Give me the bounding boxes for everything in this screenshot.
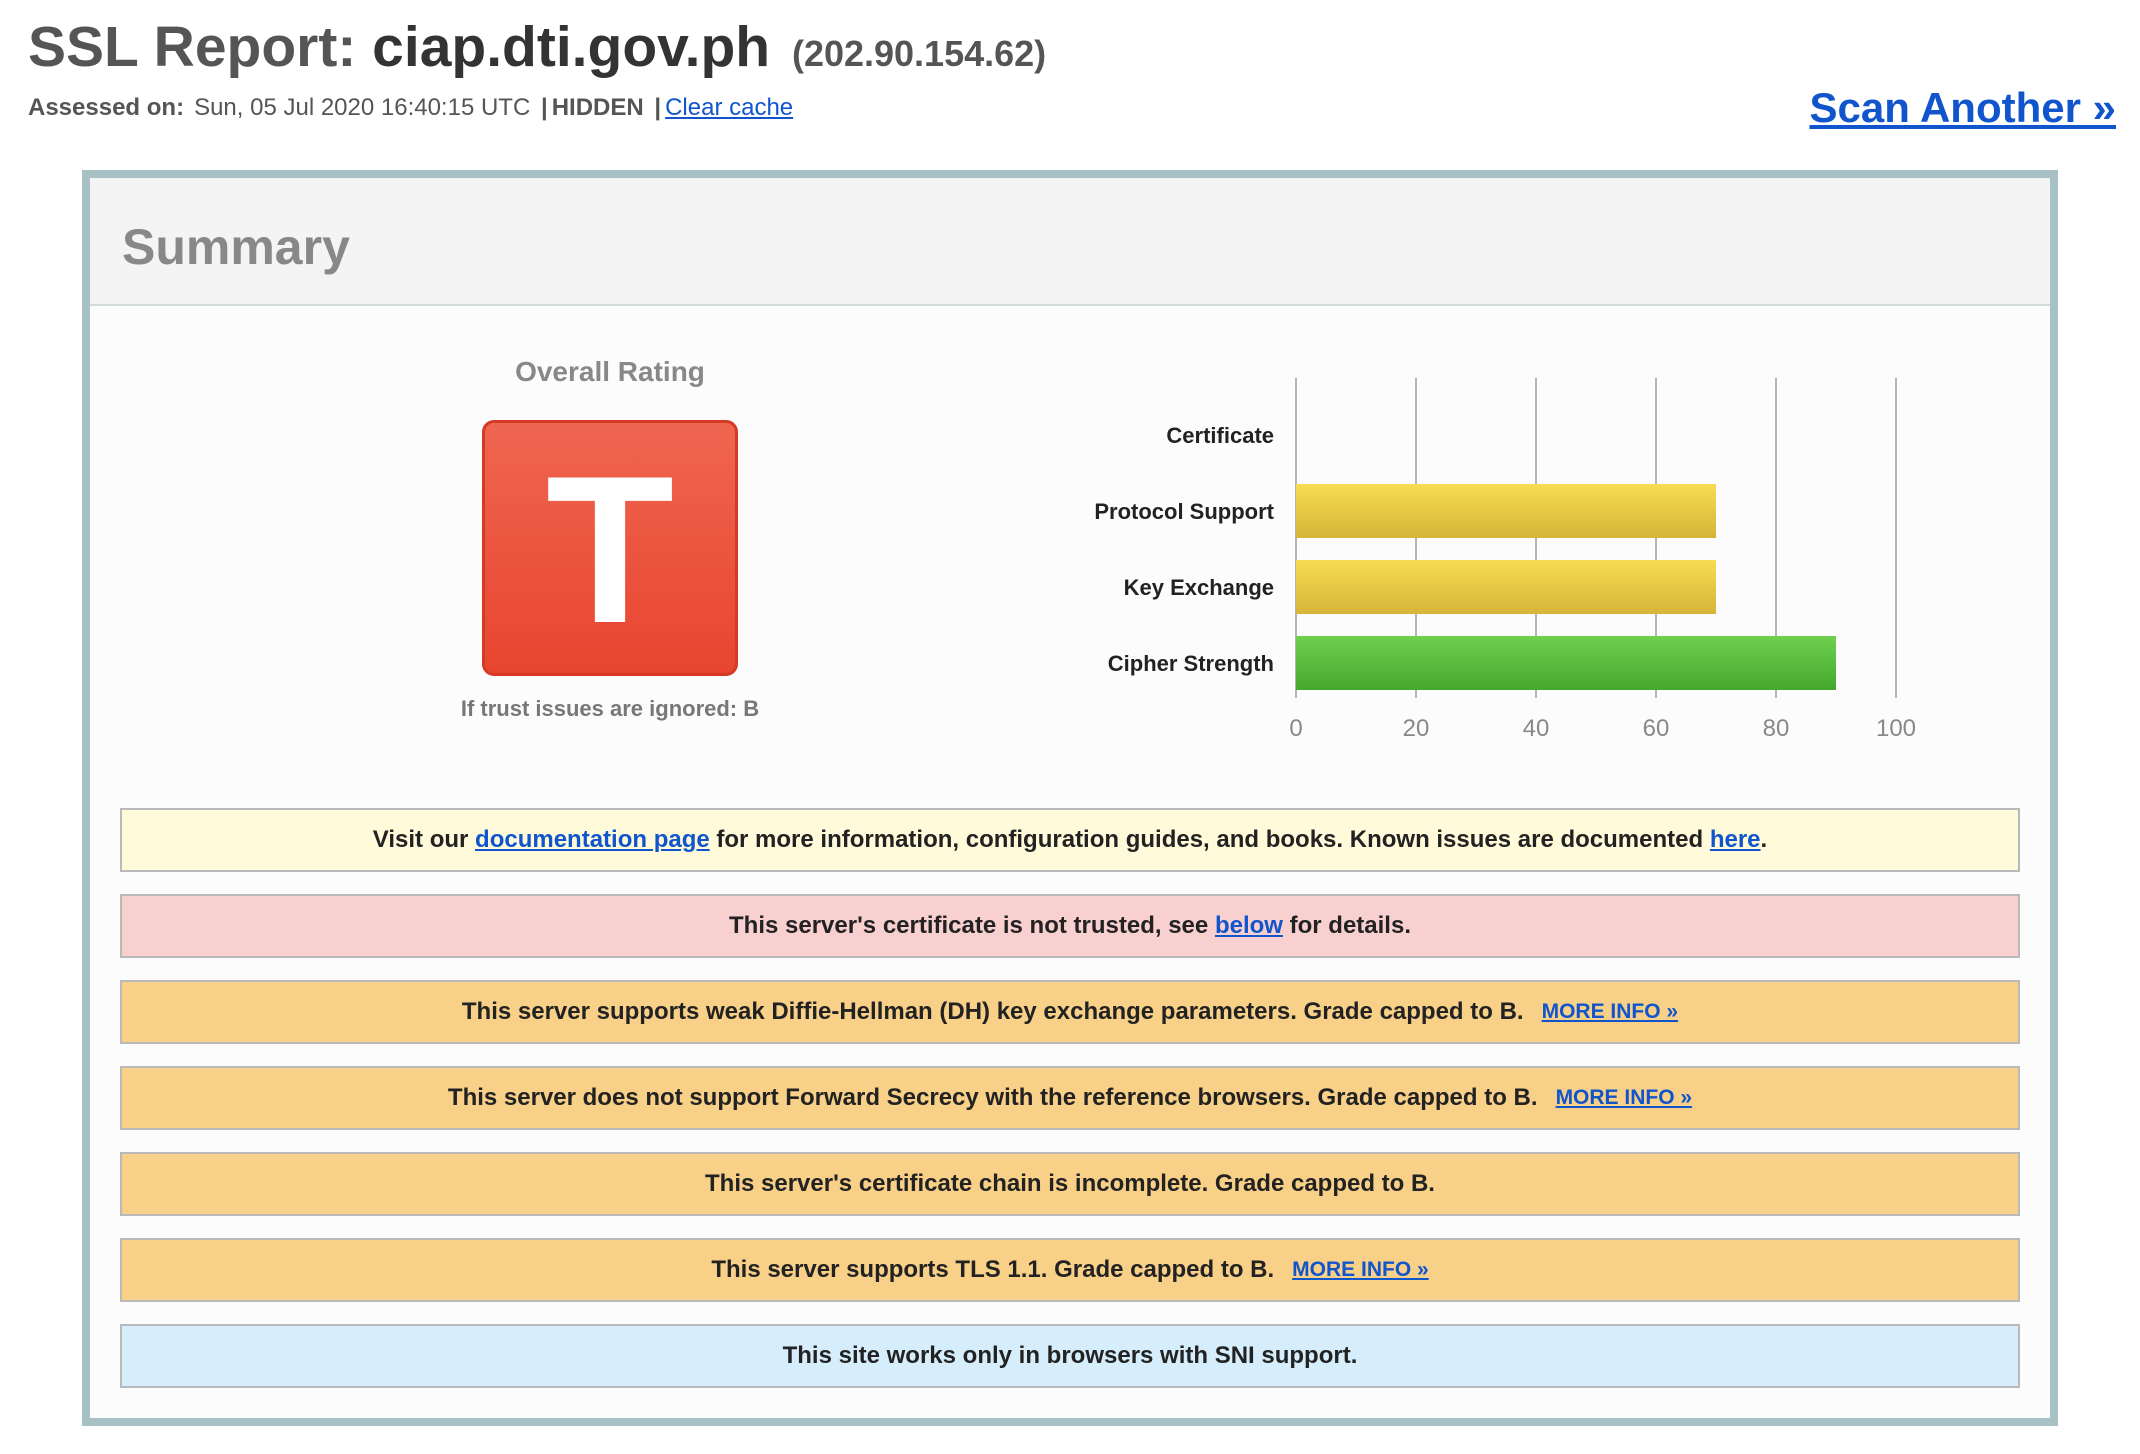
notice-documentation: Visit our documentation page for more in… [120, 808, 2020, 872]
category-label: Cipher Strength [1108, 651, 1274, 676]
clear-cache-link[interactable]: Clear cache [665, 94, 793, 121]
report-ip: (202.90.154.62) [791, 33, 1047, 74]
notice-text: . [1760, 826, 1768, 853]
notices-list: Visit our documentation page for more in… [120, 808, 2020, 1410]
notice-text: This server supports weak Diffie-Hellman… [461, 998, 1524, 1025]
notice-untrusted-certificate: This server's certificate is not trusted… [120, 894, 2020, 958]
summary-title: Summary [122, 219, 350, 275]
notice-text: This server's certificate is not trusted… [729, 912, 1209, 939]
documentation-page-link[interactable]: documentation page [475, 826, 710, 854]
known-issues-link[interactable]: here [1710, 826, 1761, 854]
notice-text: This server does not support Forward Sec… [447, 1084, 1538, 1111]
grade-badge: T [482, 420, 738, 676]
notice-text: This server's certificate chain is incom… [705, 1170, 1435, 1197]
overall-rating-section: Overall Rating T If trust issues are ign… [340, 348, 880, 722]
score-bar [1296, 560, 1716, 614]
score-chart: 0 20 40 60 80 100 Certificate Protocol Support K… [990, 378, 1916, 758]
notice-text: for more information, configuration guid… [716, 826, 1704, 853]
assessed-date: Sun, 05 Jul 2020 16:40:15 UTC [194, 94, 531, 121]
x-tick-label: 80 [1763, 715, 1790, 742]
report-host: ciap.dti.gov.ph [372, 15, 771, 79]
more-info-link[interactable]: MORE INFO » [1556, 1086, 1693, 1110]
x-tick-label: 100 [1876, 715, 1916, 742]
x-tick-label: 40 [1523, 715, 1550, 742]
more-info-link[interactable]: MORE INFO » [1292, 1258, 1429, 1282]
x-tick-label: 60 [1643, 715, 1670, 742]
report-title: SSL Report: ciap.dti.gov.ph (202.90.154.… [28, 14, 1046, 80]
category-label: Key Exchange [1124, 575, 1274, 600]
scan-another-link[interactable]: Scan Another » [1809, 84, 2116, 132]
hidden-label: HIDDEN [551, 94, 644, 121]
score-bar [1296, 484, 1716, 538]
notice-forward-secrecy: This server does not support Forward Sec… [120, 1066, 2020, 1130]
score-chart-svg: 0 20 40 60 80 100 Certificate Protocol Support K… [1094, 378, 1916, 742]
separator: | [540, 94, 548, 121]
summary-panel: Summary Overall Rating T If trust issues… [82, 170, 2058, 1426]
notice-incomplete-chain: This server's certificate chain is incom… [120, 1152, 2020, 1216]
notice-text: This site works only in browsers with SN… [782, 1342, 1358, 1369]
notice-text: This server supports TLS 1.1. Grade capp… [711, 1256, 1275, 1283]
category-label: Protocol Support [1094, 499, 1274, 524]
notice-sni: This site works only in browsers with SN… [120, 1324, 2020, 1388]
trust-ignored-grade: If trust issues are ignored: B [460, 696, 760, 721]
grade-letter: T [545, 432, 675, 667]
score-bar [1296, 636, 1836, 690]
notice-weak-dh: This server supports weak Diffie-Hellman… [120, 980, 2020, 1044]
assessed-line: Assessed on: Sun, 05 Jul 2020 16:40:15 UT… [28, 94, 793, 122]
report-title-prefix: SSL Report: [28, 15, 357, 79]
notice-text: for details. [1289, 912, 1411, 939]
assessed-label: Assessed on: [28, 94, 185, 121]
x-tick-label: 20 [1403, 715, 1430, 742]
below-link[interactable]: below [1215, 912, 1283, 940]
more-info-link[interactable]: MORE INFO » [1542, 1000, 1679, 1024]
x-tick-label: 0 [1289, 715, 1302, 742]
overall-rating-label: Overall Rating [515, 356, 705, 387]
notice-tls11: This server supports TLS 1.1. Grade capp… [120, 1238, 2020, 1302]
summary-header: Summary [90, 178, 2050, 306]
notice-text: Visit our [372, 826, 469, 853]
category-label: Certificate [1166, 423, 1274, 448]
separator: | [654, 94, 662, 121]
